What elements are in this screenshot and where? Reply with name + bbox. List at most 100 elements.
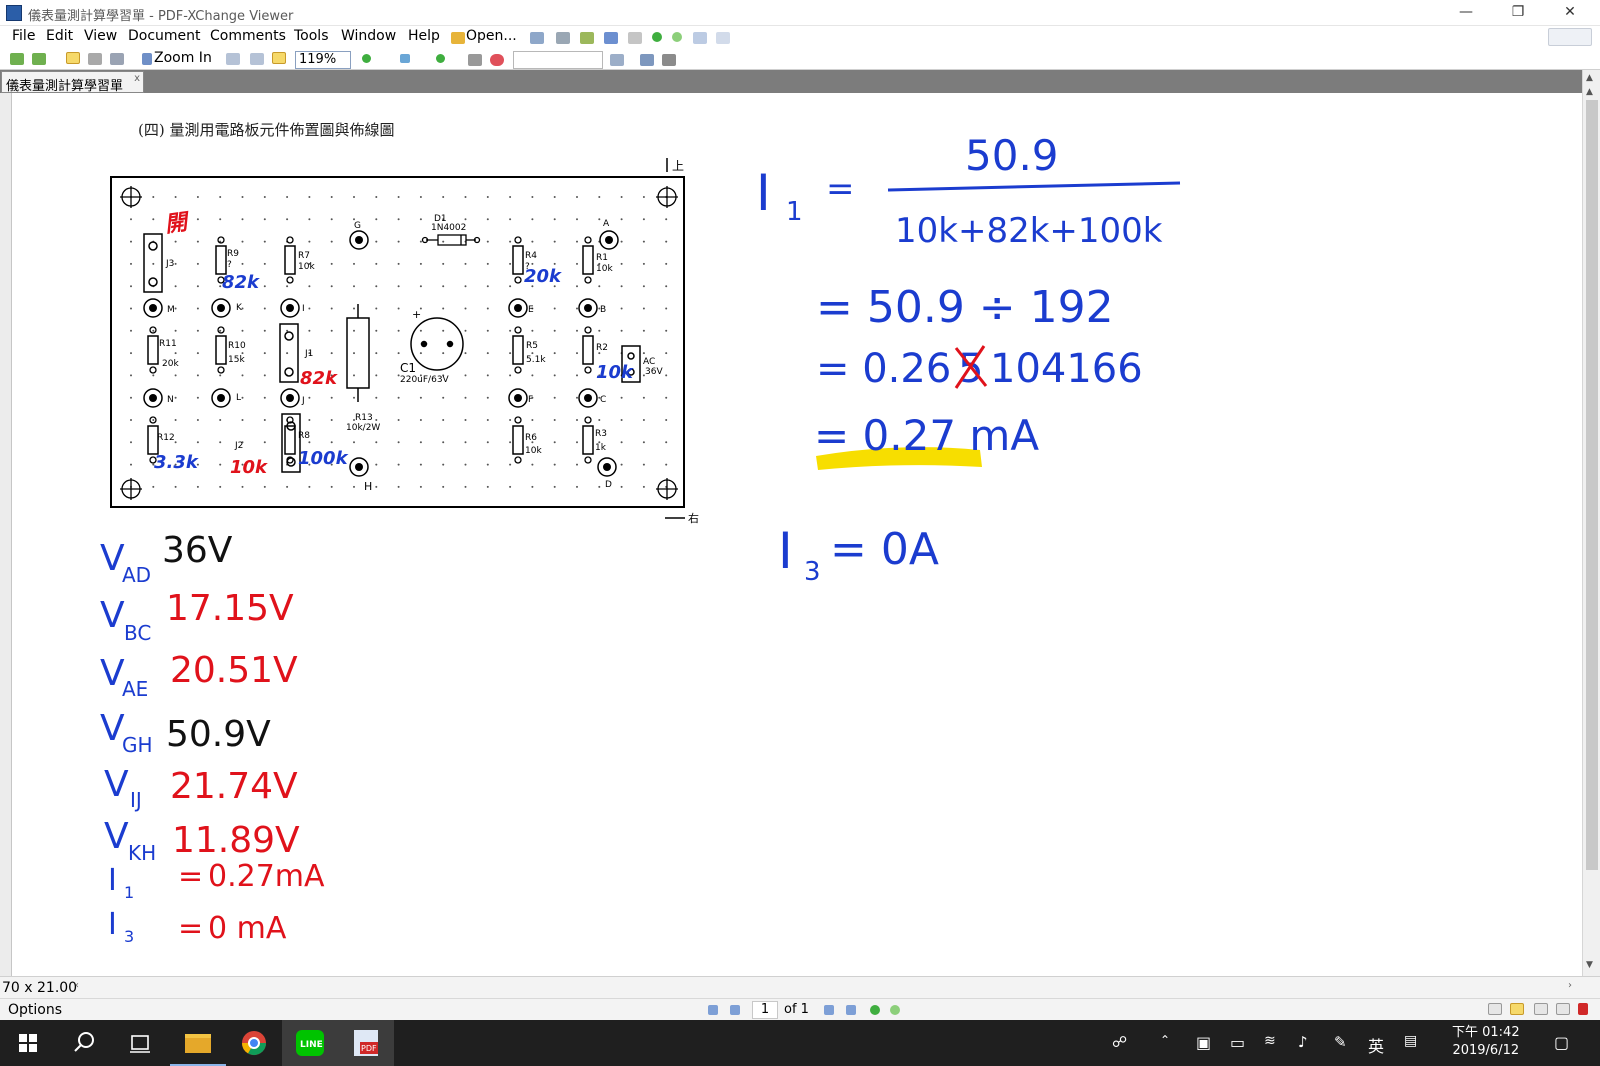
find-options-icon[interactable] bbox=[662, 54, 676, 66]
menu-tools[interactable]: Tools bbox=[294, 28, 329, 44]
next-page-icon[interactable] bbox=[824, 1005, 834, 1015]
board-dot bbox=[219, 485, 222, 488]
scan-icon[interactable] bbox=[604, 32, 618, 44]
menu-document[interactable]: Document bbox=[128, 28, 201, 44]
search-button[interactable] bbox=[56, 1020, 112, 1066]
volume-icon[interactable]: ♪ bbox=[1298, 1033, 1308, 1051]
page-number-input[interactable]: 1 bbox=[752, 1001, 778, 1019]
previous-page-icon[interactable] bbox=[730, 1005, 740, 1015]
input-method-indicator[interactable]: 英 bbox=[1368, 1033, 1384, 1057]
open-button[interactable]: Open... bbox=[466, 28, 517, 44]
scroll-right-icon[interactable]: › bbox=[1568, 980, 1572, 991]
resistor-lead bbox=[584, 456, 592, 464]
board-dot bbox=[642, 352, 645, 355]
chrome-button[interactable] bbox=[226, 1020, 282, 1066]
wifi-icon[interactable]: ≋ bbox=[1264, 1033, 1276, 1049]
scroll-up-alt-icon[interactable]: ▲ bbox=[1586, 87, 1593, 97]
page-next-icon[interactable] bbox=[436, 54, 445, 63]
minimize-button[interactable]: — bbox=[1440, 0, 1492, 26]
facing-view-icon[interactable] bbox=[1534, 1003, 1548, 1015]
label-c1-plus: + bbox=[412, 308, 421, 321]
redo-icon[interactable] bbox=[716, 32, 730, 44]
history-back-icon[interactable] bbox=[870, 1005, 880, 1015]
close-button[interactable]: ✕ bbox=[1544, 0, 1596, 26]
snapshot-icon[interactable] bbox=[110, 53, 124, 65]
fit-width-icon[interactable] bbox=[272, 52, 286, 64]
select-text-icon[interactable] bbox=[88, 53, 102, 65]
menu-file[interactable]: File bbox=[12, 28, 35, 44]
actual-size-icon[interactable] bbox=[226, 53, 240, 65]
task-view-button[interactable] bbox=[112, 1020, 168, 1066]
board-dot bbox=[598, 419, 601, 421]
restore-button[interactable]: ❐ bbox=[1492, 0, 1544, 26]
side-panel-gutter[interactable] bbox=[0, 93, 12, 976]
board-dot bbox=[642, 463, 645, 466]
properties-icon[interactable] bbox=[628, 32, 642, 44]
history-forward-icon[interactable] bbox=[890, 1005, 900, 1015]
back-icon[interactable] bbox=[652, 32, 662, 42]
horizontal-scrollbar[interactable]: 70 x 21.00 ‹ › bbox=[0, 976, 1600, 998]
scroll-left-icon[interactable]: ‹ bbox=[75, 980, 79, 991]
search-input[interactable] bbox=[513, 51, 603, 69]
menu-comments[interactable]: Comments bbox=[210, 28, 286, 44]
people-icon[interactable]: ☍ bbox=[1112, 1033, 1127, 1051]
forward-icon[interactable] bbox=[672, 32, 682, 42]
options-button[interactable]: Options bbox=[8, 1002, 62, 1018]
download-pdf-tools-icon[interactable] bbox=[1548, 28, 1592, 46]
scrollbar-thumb[interactable] bbox=[1586, 100, 1598, 870]
pen-icon[interactable]: ✎ bbox=[1334, 1033, 1347, 1051]
windows-taskbar: LINE PDF ☍ ⌃ ▣ ▭ ≋ ♪ ✎ 英 ▤ 下午 01:42 2019… bbox=[0, 1020, 1600, 1066]
show-hidden-icons-icon[interactable]: ⌃ bbox=[1160, 1033, 1170, 1047]
find-next-icon[interactable] bbox=[640, 54, 654, 66]
continuous-facing-view-icon[interactable] bbox=[1556, 1003, 1570, 1015]
hand-tool-icon[interactable] bbox=[66, 52, 80, 64]
scroll-up-icon[interactable]: ▲ bbox=[1586, 73, 1593, 83]
zoom-level-input[interactable]: 119% bbox=[295, 51, 351, 69]
single-page-view-icon[interactable] bbox=[1488, 1003, 1502, 1015]
link-icon[interactable] bbox=[468, 54, 482, 66]
line-tray-icon[interactable]: ▣ bbox=[1196, 1033, 1211, 1052]
zoom-in-small-icon[interactable] bbox=[362, 54, 371, 63]
board-dot bbox=[553, 441, 556, 444]
undo-icon[interactable] bbox=[693, 32, 707, 44]
menu-edit[interactable]: Edit bbox=[46, 28, 73, 44]
menu-view[interactable]: View bbox=[84, 28, 117, 44]
board-dot bbox=[130, 262, 132, 265]
vertical-scrollbar[interactable]: ▲ ▲ ▼ bbox=[1582, 70, 1600, 976]
rotate-left-icon[interactable] bbox=[10, 53, 24, 65]
continuous-view-icon[interactable] bbox=[1510, 1003, 1524, 1015]
ime-icon[interactable]: ▤ bbox=[1404, 1033, 1417, 1049]
save-icon[interactable] bbox=[530, 32, 544, 44]
start-button[interactable] bbox=[0, 1020, 56, 1066]
pdf-viewer-icon: PDF bbox=[354, 1030, 378, 1056]
menu-window[interactable]: Window bbox=[341, 28, 396, 44]
tab-close-icon[interactable]: x bbox=[134, 73, 140, 84]
current-value: 0.27mA bbox=[208, 859, 325, 894]
last-page-icon[interactable] bbox=[846, 1005, 856, 1015]
clock[interactable]: 下午 01:42 2019/6/12 bbox=[1452, 1024, 1520, 1060]
menu-help[interactable]: Help bbox=[408, 28, 440, 44]
file-explorer-button[interactable] bbox=[170, 1020, 226, 1066]
board-dot bbox=[531, 240, 534, 243]
search-icon[interactable] bbox=[610, 54, 624, 66]
line-button[interactable]: LINE bbox=[282, 1020, 338, 1066]
page-prev-icon[interactable] bbox=[400, 54, 410, 63]
board-dot bbox=[397, 352, 400, 355]
scroll-down-icon[interactable]: ▼ bbox=[1586, 960, 1593, 970]
board-dot bbox=[219, 441, 222, 444]
board-dot bbox=[665, 352, 668, 355]
battery-icon[interactable]: ▭ bbox=[1230, 1033, 1245, 1052]
print-icon[interactable] bbox=[556, 32, 570, 44]
email-icon[interactable] bbox=[580, 32, 594, 44]
highlight-icon[interactable] bbox=[490, 54, 504, 66]
document-tab[interactable]: 儀表量測計算學習單 x bbox=[1, 71, 144, 93]
zoom-in-button[interactable]: Zoom In bbox=[154, 50, 212, 66]
fit-page-icon[interactable] bbox=[250, 53, 264, 65]
pdf-xchange-button[interactable]: PDF bbox=[338, 1020, 394, 1066]
notifications-icon[interactable]: ▢ bbox=[1554, 1033, 1569, 1052]
board-dot bbox=[553, 374, 556, 377]
label-r9: R9 bbox=[227, 249, 239, 259]
rotate-right-icon[interactable] bbox=[32, 53, 46, 65]
pdf-tools-icon[interactable] bbox=[1578, 1003, 1588, 1015]
first-page-icon[interactable] bbox=[708, 1005, 718, 1015]
